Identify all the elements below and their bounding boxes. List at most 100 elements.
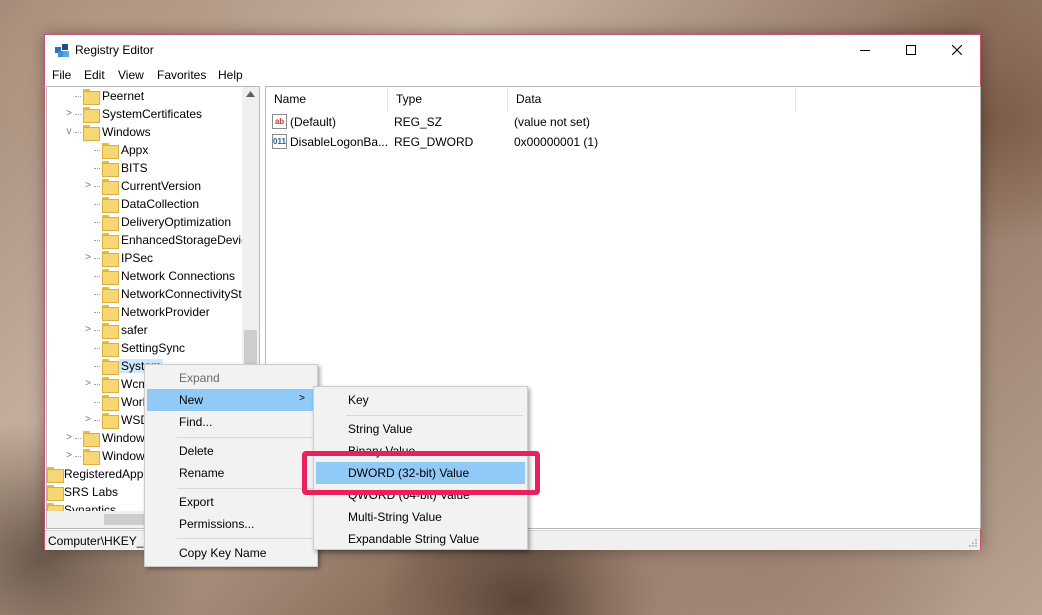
resize-grip-icon[interactable] [968,538,978,548]
tree-item[interactable]: > SystemCertificates [47,105,247,123]
expand-chevron-icon[interactable]: > [83,414,93,426]
expand-chevron-icon[interactable]: > [83,378,93,390]
tree-item-label: SystemCertificates [102,107,203,121]
minimize-button[interactable] [842,35,888,65]
expand-chevron-icon[interactable]: > [64,432,74,444]
tree-item-label: Appx [121,143,149,157]
string-value-icon: ab [272,114,287,129]
expand-chevron-icon[interactable]: > [64,108,74,120]
folder-icon [102,197,119,213]
folder-icon [83,89,100,105]
value-type: REG_SZ [394,115,443,129]
tree-item[interactable]: DeliveryOptimization [47,213,247,231]
submenu-item-expandable-string-value[interactable]: Expandable String Value [316,528,525,550]
title-bar[interactable]: Registry Editor [45,35,980,65]
expand-chevron-icon[interactable]: > [64,450,74,462]
tree-item-label: BITS [121,161,148,175]
tree-item[interactable]: SettingSync [47,339,247,357]
folder-icon [102,323,119,339]
folder-icon [83,449,100,465]
tree-item[interactable]: BITS [47,159,247,177]
tree-item[interactable]: > safer [47,321,247,339]
folder-icon [102,161,119,177]
tree-item-label: SettingSync [121,341,186,355]
window-title: Registry Editor [75,43,154,57]
menu-separator [177,488,313,489]
value-data: 0x00000001 (1) [514,135,599,149]
folder-icon [102,413,119,429]
tree-item-label: Network Connections [121,269,236,283]
menu-view[interactable]: View [118,68,144,82]
status-path: Computer\HKEY_L [48,534,151,548]
submenu-item-key[interactable]: Key [316,389,525,411]
tree-item[interactable]: > CurrentVersion [47,177,247,195]
tree-item-label: Peernet [102,89,145,103]
close-button[interactable] [934,35,980,65]
menu-item-new[interactable]: New > [147,389,315,411]
folder-icon [83,431,100,447]
folder-icon [83,107,100,123]
menu-separator [177,538,313,539]
folder-icon [102,251,119,267]
folder-icon [102,287,119,303]
tree-item[interactable]: Network Connections [47,267,247,285]
tree-item[interactable]: DataCollection [47,195,247,213]
tree-item-label: Window [102,449,145,463]
tree-item-label: EnhancedStorageDevice [121,233,254,247]
tree-item-label: Windows [102,125,151,139]
expand-chevron-icon[interactable]: > [83,180,93,192]
folder-icon [102,341,119,357]
tree-item-label: NetworkProvider [121,305,210,319]
submenu-arrow-icon: > [299,393,305,404]
tree-item[interactable]: NetworkConnectivitySt [47,285,247,303]
menu-favorites[interactable]: Favorites [157,68,206,82]
folder-icon [102,179,119,195]
tree-item[interactable]: Appx [47,141,247,159]
folder-icon [102,269,119,285]
tree-item-label: RegisteredAppl [64,467,147,481]
close-icon [952,45,962,55]
folder-icon [47,467,64,483]
folder-icon [102,395,119,411]
column-header-name[interactable]: Name [266,87,388,111]
column-header-type[interactable]: Type [388,87,508,111]
annotation-highlight-box [302,451,540,495]
value-type: REG_DWORD [394,135,474,149]
value-row[interactable]: ab (Default) REG_SZ (value not set) [266,112,966,132]
tree-item[interactable]: NetworkProvider [47,303,247,321]
tree-item-label: DataCollection [121,197,200,211]
menu-help[interactable]: Help [218,68,243,82]
value-name: (Default) [290,115,337,129]
tree-item[interactable]: EnhancedStorageDevice [47,231,254,249]
maximize-button[interactable] [888,35,934,65]
tree-item-label: CurrentVersion [121,179,202,193]
menu-item-permissions[interactable]: Permissions... [147,513,315,535]
expand-chevron-icon[interactable]: > [83,324,93,336]
folder-icon [102,377,119,393]
maximize-icon [906,45,916,55]
menu-separator [346,415,523,416]
tree-item[interactable]: Peernet [47,87,247,105]
tree-item[interactable]: > IPSec [47,249,247,267]
tree-item[interactable]: v Windows [47,123,247,141]
menu-bar: File Edit View Favorites Help [45,65,980,85]
column-header-data[interactable]: Data [508,87,796,111]
menu-edit[interactable]: Edit [84,68,105,82]
value-row[interactable]: 011 DisableLogonBa... REG_DWORD 0x000000… [266,132,966,152]
folder-icon [102,359,119,375]
collapse-chevron-icon[interactable]: v [64,126,74,138]
folder-icon [83,125,100,141]
menu-item-delete[interactable]: Delete [147,440,315,462]
submenu-item-multi-string-value[interactable]: Multi-String Value [316,506,525,528]
menu-item-expand[interactable]: Expand [147,367,315,389]
menu-item-rename[interactable]: Rename [147,462,315,484]
menu-file[interactable]: File [52,68,71,82]
submenu-item-string-value[interactable]: String Value [316,418,525,440]
folder-icon [102,143,119,159]
menu-item-copy-key-name[interactable]: Copy Key Name [147,542,315,564]
menu-item-export[interactable]: Export [147,491,315,513]
scroll-up-arrow-icon[interactable] [246,91,255,97]
expand-chevron-icon[interactable]: > [83,252,93,264]
registry-editor-icon [55,44,69,57]
menu-item-find[interactable]: Find... [147,411,315,433]
